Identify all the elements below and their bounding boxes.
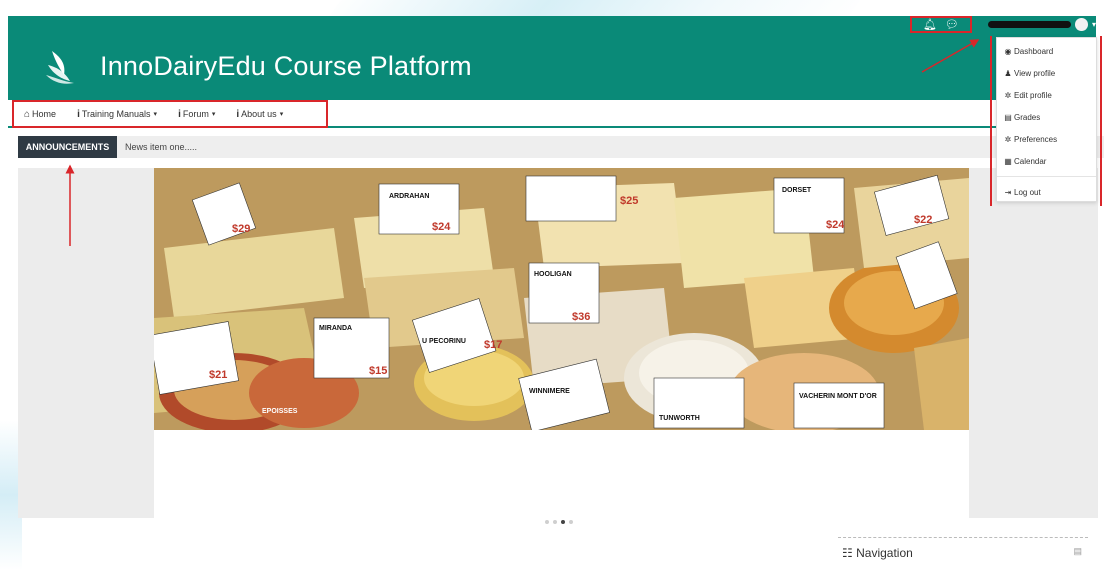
announcement-news-item[interactable]: News item one..... bbox=[125, 136, 197, 158]
menu-item-label: Preferences bbox=[1014, 134, 1058, 144]
menu-divider bbox=[997, 176, 1096, 177]
cheese-label: MIRANDA bbox=[319, 325, 352, 332]
menu-item-label: Edit profile bbox=[1014, 90, 1052, 100]
price-tag: $29 bbox=[232, 223, 250, 235]
home-icon: ⌂ bbox=[24, 108, 31, 120]
nav-item-home[interactable]: ⌂ Home bbox=[14, 109, 67, 120]
cheese-label: DORSET bbox=[782, 187, 812, 194]
cheese-label: ARDRAHAN bbox=[389, 193, 429, 200]
nav-item-label: Forum bbox=[182, 109, 209, 119]
bell-icon[interactable]: 🔔︎ bbox=[923, 19, 937, 31]
nav-item-label: About us bbox=[241, 109, 277, 119]
username-redacted bbox=[988, 21, 1072, 28]
site-header: InnoDairyEdu Course Platform bbox=[8, 33, 1096, 100]
menu-item-label: Log out bbox=[1014, 187, 1041, 197]
cheese-label: WINNIMERE bbox=[529, 388, 570, 395]
gear-icon: ✲ bbox=[1004, 134, 1012, 144]
carousel-dot[interactable] bbox=[553, 520, 557, 524]
announcements-bar: ANNOUNCEMENTS News item one..... bbox=[18, 136, 1104, 158]
nav-item-about-us[interactable]: i About us ▾ bbox=[226, 109, 294, 120]
menu-item-label: Dashboard bbox=[1014, 46, 1054, 56]
cheese-label: HOOLIGAN bbox=[534, 271, 572, 278]
announcements-label[interactable]: ANNOUNCEMENTS bbox=[18, 136, 117, 158]
main-navbar: ⌂ Home i Training Manuals ▾ i Forum ▾ i … bbox=[8, 100, 1096, 128]
user-dropdown-menu: ◉ Dashboard ♟ View profile ✲ Edit profil… bbox=[996, 37, 1097, 202]
price-tag: $24 bbox=[432, 221, 451, 233]
price-tag: $17 bbox=[484, 339, 502, 351]
sitemap-icon: ☷ bbox=[842, 546, 853, 560]
navigation-block-header: ☷ Navigation ▤ bbox=[838, 537, 1088, 564]
info-icon: i bbox=[236, 108, 240, 120]
menu-item-dashboard[interactable]: ◉ Dashboard bbox=[997, 40, 1096, 62]
price-tag: $24 bbox=[826, 219, 845, 231]
carousel-dot[interactable] bbox=[545, 520, 549, 524]
menu-item-edit-profile[interactable]: ✲ Edit profile bbox=[997, 84, 1096, 106]
menu-item-label: Calendar bbox=[1014, 156, 1047, 166]
chevron-down-icon: ▾ bbox=[279, 111, 284, 118]
notification-icons-group: 🔔︎ 💬︎ bbox=[910, 16, 972, 33]
cheese-display-image: ARDRAHAN DORSET HOOLIGAN MIRANDA U PECOR… bbox=[154, 168, 969, 430]
menu-item-label: Grades bbox=[1014, 112, 1041, 122]
price-tag: $25 bbox=[620, 195, 638, 207]
chevron-down-icon: ▾ bbox=[153, 111, 158, 118]
cheese-label: EPOISSES bbox=[262, 408, 298, 415]
price-tag: $36 bbox=[572, 311, 590, 323]
carousel-indicators bbox=[545, 520, 573, 524]
site-logo-icon[interactable] bbox=[44, 47, 80, 87]
menu-item-view-profile[interactable]: ♟ View profile bbox=[997, 62, 1096, 84]
avatar[interactable] bbox=[1075, 18, 1088, 31]
carousel-dot[interactable] bbox=[569, 520, 573, 524]
cheese-label: VACHERIN MONT D'OR bbox=[799, 393, 877, 400]
info-icon: i bbox=[178, 108, 181, 120]
chevron-down-icon: ▾ bbox=[211, 111, 216, 118]
price-tag: $21 bbox=[209, 369, 227, 381]
menu-item-grades[interactable]: ▤ Grades bbox=[997, 106, 1096, 128]
hero-carousel-image[interactable]: ARDRAHAN DORSET HOOLIGAN MIRANDA U PECOR… bbox=[154, 168, 969, 430]
navigation-block-title[interactable]: ☷ Navigation bbox=[842, 546, 913, 560]
info-icon: i bbox=[77, 108, 80, 120]
grades-icon: ▤ bbox=[1004, 112, 1012, 122]
price-tag: $22 bbox=[914, 214, 932, 226]
chevron-down-icon: ▾ bbox=[1091, 20, 1096, 29]
menu-item-calendar[interactable]: ▦ Calendar bbox=[997, 150, 1096, 172]
menu-item-preferences[interactable]: ✲ Preferences bbox=[997, 128, 1096, 150]
price-tag: $15 bbox=[369, 365, 387, 377]
annotation-bracket-left bbox=[990, 36, 992, 206]
site-title[interactable]: InnoDairyEdu Course Platform bbox=[100, 51, 472, 82]
menu-item-log-out[interactable]: ⇥ Log out bbox=[997, 181, 1096, 203]
nav-item-label: Training Manuals bbox=[81, 109, 151, 119]
annotation-bracket-right bbox=[1100, 36, 1102, 206]
carousel-caption-area bbox=[154, 430, 969, 518]
dock-block-icon[interactable]: ▤ bbox=[1073, 546, 1082, 557]
carousel-dot-active[interactable] bbox=[561, 520, 565, 524]
navigation-title-text: Navigation bbox=[856, 546, 913, 560]
nav-menu: ⌂ Home i Training Manuals ▾ i Forum ▾ i … bbox=[12, 100, 328, 128]
dashboard-icon: ◉ bbox=[1004, 46, 1012, 56]
nav-item-training-manuals[interactable]: i Training Manuals ▾ bbox=[67, 109, 168, 120]
user-icon: ♟ bbox=[1004, 68, 1012, 78]
nav-item-label: Home bbox=[32, 109, 57, 119]
gear-icon: ✲ bbox=[1004, 90, 1012, 100]
top-utility-bar: 🔔︎ 💬︎ ▾ bbox=[8, 16, 1096, 33]
menu-item-label: View profile bbox=[1014, 68, 1056, 78]
nav-item-forum[interactable]: i Forum ▾ bbox=[168, 109, 226, 120]
chat-icon[interactable]: 💬︎ bbox=[945, 19, 959, 31]
user-menu-toggle[interactable]: ▾ bbox=[988, 16, 1096, 33]
cheese-label: TUNWORTH bbox=[659, 415, 700, 422]
cheese-label: U PECORINU bbox=[422, 338, 466, 345]
calendar-icon: ▦ bbox=[1004, 156, 1012, 166]
logout-icon: ⇥ bbox=[1004, 187, 1012, 197]
